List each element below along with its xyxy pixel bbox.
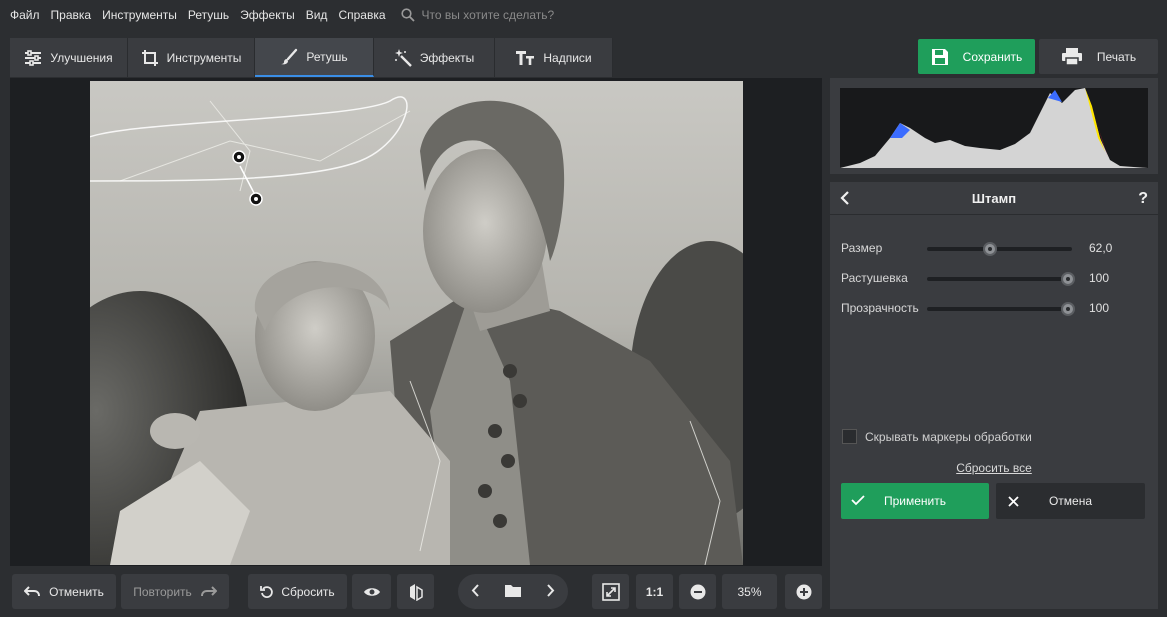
menu-retouch[interactable]: Ретушь bbox=[188, 8, 229, 22]
opacity-slider-track[interactable] bbox=[927, 302, 1075, 316]
photo bbox=[90, 81, 743, 565]
reset-label: Сбросить bbox=[281, 584, 335, 599]
check-icon bbox=[851, 495, 865, 506]
zoom-out-button[interactable] bbox=[679, 574, 716, 609]
compare-button[interactable] bbox=[397, 574, 434, 609]
undo-button[interactable]: Отменить bbox=[12, 574, 116, 609]
menu-tools[interactable]: Инструменты bbox=[102, 8, 177, 22]
text-icon bbox=[516, 50, 535, 65]
print-label: Печать bbox=[1096, 49, 1137, 64]
redo-button[interactable]: Повторить bbox=[121, 574, 229, 609]
tab-label: Инструменты bbox=[166, 50, 242, 65]
hide-markers-option[interactable]: Скрывать маркеры обработки bbox=[842, 429, 1032, 444]
menu-view[interactable]: Вид bbox=[306, 8, 328, 22]
redo-label: Повторить bbox=[133, 584, 192, 599]
feather-slider-handle[interactable] bbox=[1061, 272, 1075, 286]
right-panel: Штамп ? Размер 62,0 Растушевка 100 Прозр… bbox=[830, 78, 1158, 609]
reset-button[interactable]: Сбросить bbox=[248, 574, 347, 609]
stamp-title: Штамп bbox=[971, 190, 1017, 206]
tab-tools[interactable]: Инструменты bbox=[128, 38, 255, 77]
feather-slider-track[interactable] bbox=[927, 272, 1075, 286]
actual-size-button[interactable]: 1:1 bbox=[636, 574, 673, 609]
slider-label: Размер bbox=[841, 241, 883, 255]
zoom-level[interactable]: 35% bbox=[722, 574, 777, 609]
hide-markers-checkbox[interactable] bbox=[842, 429, 857, 444]
hide-markers-label: Скрывать маркеры обработки bbox=[865, 429, 1032, 444]
search-icon bbox=[400, 8, 415, 22]
tab-label: Ретушь bbox=[306, 49, 348, 64]
sliders-icon bbox=[25, 49, 42, 66]
slider-feather: Растушевка 100 bbox=[841, 268, 1141, 288]
slider-value: 100 bbox=[1089, 271, 1110, 285]
open-folder-button[interactable] bbox=[504, 584, 521, 600]
slider-opacity: Прозрачность 100 bbox=[841, 298, 1141, 318]
reset-icon bbox=[260, 585, 274, 598]
slider-label: Растушевка bbox=[841, 271, 908, 285]
previous-image-button[interactable] bbox=[471, 583, 480, 600]
fit-to-screen-button[interactable] bbox=[592, 574, 629, 609]
magic-wand-icon bbox=[394, 48, 412, 67]
menu-bar: Файл Правка Инструменты Ретушь Эффекты В… bbox=[0, 0, 1167, 30]
redo-icon bbox=[200, 585, 217, 596]
tab-enhance[interactable]: Улучшения bbox=[10, 38, 128, 77]
slider-value: 100 bbox=[1089, 301, 1110, 315]
size-slider-track[interactable] bbox=[927, 242, 1072, 256]
cancel-label: Отмена bbox=[1048, 494, 1093, 508]
crop-icon bbox=[141, 49, 158, 66]
opacity-slider-handle[interactable] bbox=[1061, 302, 1075, 316]
back-button[interactable] bbox=[840, 191, 850, 208]
menu-effects[interactable]: Эффекты bbox=[240, 8, 295, 22]
tab-label: Улучшения bbox=[50, 50, 113, 65]
folder-icon bbox=[504, 584, 521, 597]
tab-effects[interactable]: Эффекты bbox=[374, 38, 495, 77]
mode-tabs: Улучшения Инструменты Ретушь Эффекты Над… bbox=[10, 38, 613, 77]
apply-button[interactable]: Применить bbox=[841, 483, 989, 519]
apply-label: Применить bbox=[883, 494, 946, 508]
menu-help[interactable]: Справка bbox=[338, 8, 385, 22]
file-navigation bbox=[458, 574, 568, 609]
command-search[interactable]: Что вы хотите сделать? bbox=[400, 8, 555, 22]
brush-icon bbox=[281, 48, 298, 64]
close-icon bbox=[1008, 496, 1019, 507]
histogram bbox=[830, 78, 1158, 174]
stamp-panel: Штамп ? Размер 62,0 Растушевка 100 Прозр… bbox=[830, 182, 1158, 609]
reset-all-link[interactable]: Сбросить все bbox=[830, 461, 1158, 475]
command-search-placeholder: Что вы хотите сделать? bbox=[421, 8, 555, 22]
cancel-button[interactable]: Отмена bbox=[996, 483, 1145, 519]
chevron-left-icon bbox=[471, 583, 479, 597]
zoom-in-button[interactable] bbox=[785, 574, 822, 609]
print-button[interactable]: Печать bbox=[1039, 39, 1158, 74]
save-button[interactable]: Сохранить bbox=[918, 39, 1035, 74]
tab-retouch[interactable]: Ретушь bbox=[255, 38, 374, 77]
image-canvas[interactable] bbox=[10, 78, 822, 566]
tab-label: Надписи bbox=[543, 50, 592, 65]
tab-label: Эффекты bbox=[419, 50, 475, 65]
next-image-button[interactable] bbox=[546, 583, 555, 600]
minus-circle-icon bbox=[690, 584, 705, 599]
chevron-right-icon bbox=[547, 583, 555, 597]
slider-label: Прозрачность bbox=[841, 301, 919, 315]
undo-icon bbox=[24, 585, 41, 596]
slider-size: Размер 62,0 bbox=[841, 238, 1141, 258]
slider-value: 62,0 bbox=[1089, 241, 1113, 255]
chevron-left-icon bbox=[840, 191, 849, 205]
preview-toggle-button[interactable] bbox=[352, 574, 391, 609]
stamp-panel-header: Штамп ? bbox=[830, 182, 1158, 215]
help-button[interactable]: ? bbox=[1138, 190, 1148, 208]
menu-edit[interactable]: Правка bbox=[51, 8, 92, 22]
menu-file[interactable]: Файл bbox=[10, 8, 40, 22]
eye-icon bbox=[363, 587, 380, 596]
fit-screen-icon bbox=[601, 582, 620, 601]
size-slider-handle[interactable] bbox=[982, 242, 997, 256]
undo-label: Отменить bbox=[49, 584, 104, 599]
printer-icon bbox=[1061, 47, 1082, 66]
floppy-disk-icon bbox=[931, 48, 948, 65]
save-label: Сохранить bbox=[962, 49, 1023, 64]
photo-image bbox=[90, 81, 743, 565]
compare-icon bbox=[409, 583, 423, 601]
tab-text[interactable]: Надписи bbox=[495, 38, 613, 77]
plus-circle-icon bbox=[796, 584, 811, 599]
